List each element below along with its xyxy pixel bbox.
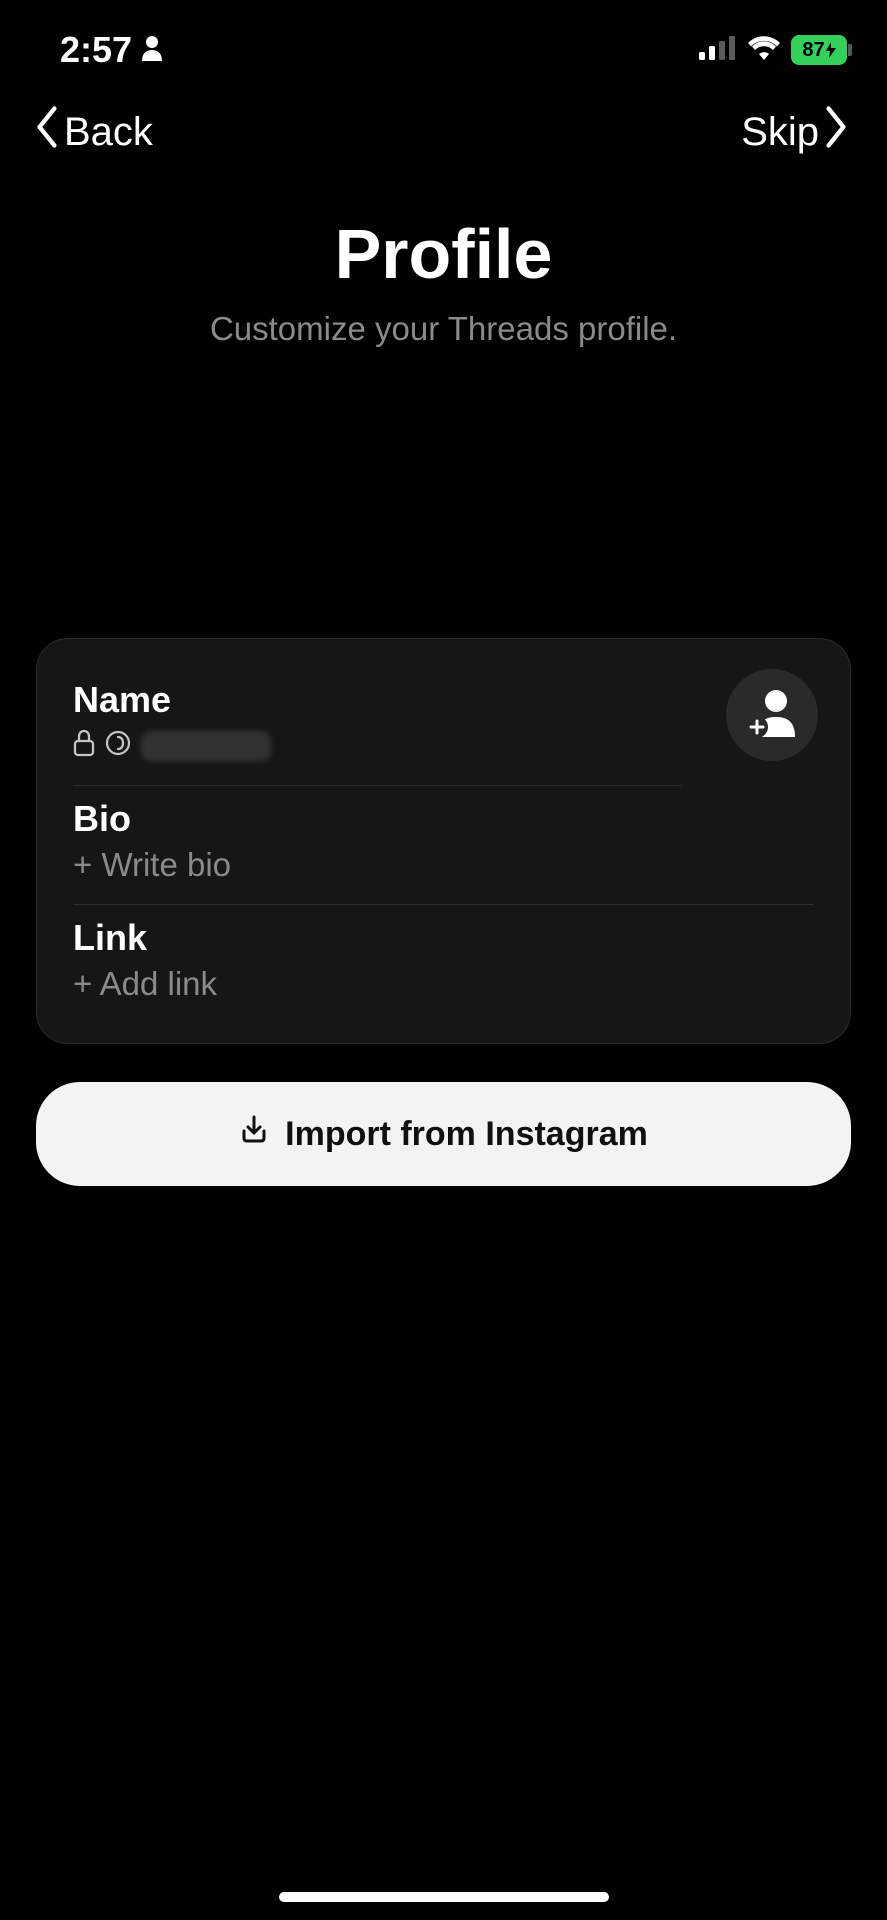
cellular-signal-icon <box>699 36 737 65</box>
name-row[interactable]: Name <box>73 667 814 785</box>
add-person-icon <box>744 687 800 744</box>
status-bar-left: 2:57 <box>60 29 164 71</box>
download-icon <box>239 1115 269 1154</box>
link-placeholder: + Add link <box>73 965 814 1003</box>
skip-button[interactable]: Skip <box>741 106 851 158</box>
page-subtitle: Customize your Threads profile. <box>210 310 677 348</box>
import-label: Import from Instagram <box>285 1115 648 1154</box>
import-instagram-button[interactable]: Import from Instagram <box>36 1082 851 1186</box>
name-label: Name <box>73 679 814 721</box>
name-value-redacted <box>141 731 271 761</box>
profile-card: Name Bio + Write bio Link + Add l <box>36 638 851 1044</box>
heading: Profile Customize your Threads profile. <box>0 214 887 348</box>
back-label: Back <box>64 110 153 155</box>
skip-label: Skip <box>741 110 819 155</box>
status-bar: 2:57 87 <box>0 0 887 76</box>
home-indicator[interactable] <box>279 1892 609 1902</box>
bio-row[interactable]: Bio + Write bio <box>73 786 814 904</box>
nav-bar: Back Skip <box>0 76 887 158</box>
chevron-left-icon <box>32 106 62 158</box>
battery-text: 87 <box>802 39 824 62</box>
wifi-icon <box>747 36 781 65</box>
back-button[interactable]: Back <box>32 106 153 158</box>
status-time: 2:57 <box>60 29 132 71</box>
link-row[interactable]: Link + Add link <box>73 905 814 1013</box>
battery-indicator: 87 <box>791 35 847 65</box>
bio-placeholder: + Write bio <box>73 846 814 884</box>
link-label: Link <box>73 917 814 959</box>
threads-mark-icon <box>105 727 131 765</box>
bio-label: Bio <box>73 798 814 840</box>
chevron-right-icon <box>821 106 851 158</box>
page-title: Profile <box>335 214 553 294</box>
add-avatar-button[interactable] <box>726 669 818 761</box>
person-icon <box>140 29 164 71</box>
status-bar-right: 87 <box>699 35 847 65</box>
name-value <box>73 727 814 765</box>
lock-icon <box>73 727 95 765</box>
